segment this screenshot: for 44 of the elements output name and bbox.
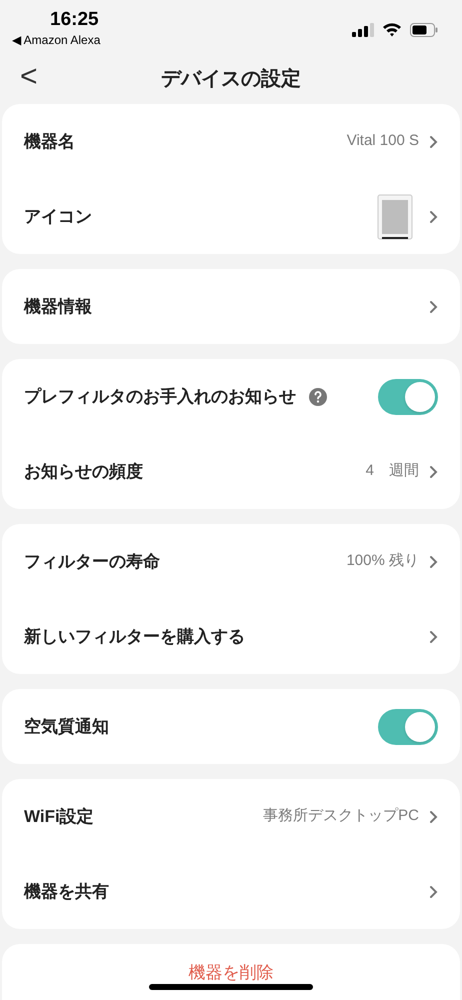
row-label: 空気質通知 [24, 716, 109, 738]
row-value: Vital 100 S [346, 131, 419, 152]
row-label: プレフィルタのお手入れのお知らせ [24, 386, 296, 408]
chevron-right-icon [429, 630, 438, 644]
settings-row[interactable]: 空気質通知 [24, 689, 438, 764]
page-title: デバイスの設定 [161, 66, 301, 92]
row-label: お知らせの頻度 [24, 460, 143, 483]
chevron-right-icon [429, 134, 438, 148]
chevron-right-icon [429, 300, 438, 314]
row-value: 事務所デスクトップPC [263, 806, 419, 826]
back-button[interactable]: < [20, 60, 38, 94]
chevron-right-icon [429, 210, 438, 224]
chevron-right-icon [429, 554, 438, 568]
row-label: 新しいフィルターを購入する [24, 626, 245, 648]
status-time: 16:25 [49, 8, 100, 32]
chevron-right-icon [429, 810, 438, 824]
toggle-switch[interactable] [378, 708, 438, 744]
signal-icon [352, 22, 374, 36]
settings-row[interactable]: 機器名 Vital 100 S [24, 104, 438, 179]
row-label: フィルターの寿命 [24, 550, 160, 573]
row-value: 100% 残り [346, 551, 419, 572]
row-value: 4 週間 [366, 461, 419, 482]
settings-row[interactable]: WiFi設定 事務所デスクトップPC [24, 779, 438, 854]
chevron-right-icon [429, 464, 438, 478]
settings-row[interactable]: 機器情報 [24, 269, 438, 344]
settings-row[interactable]: 新しいフィルターを購入する [24, 599, 438, 674]
wifi-icon [382, 22, 402, 37]
row-label: 機器情報 [24, 296, 92, 318]
delete-device-button[interactable]: 機器を削除 [188, 962, 274, 984]
row-label: WiFi設定 [24, 806, 94, 828]
toggle-switch[interactable] [378, 378, 438, 414]
air-purifier-icon [377, 194, 413, 240]
settings-row[interactable]: フィルターの寿命 100% 残り [24, 524, 438, 599]
back-to-app-link[interactable]: ◀ Amazon Alexa [12, 32, 100, 48]
row-label: 機器名 [24, 130, 75, 153]
row-label: アイコン [24, 206, 92, 228]
settings-row[interactable]: プレフィルタのお手入れのお知らせ [24, 359, 438, 434]
settings-row[interactable]: アイコン [24, 179, 438, 254]
chevron-right-icon [429, 884, 438, 898]
settings-row[interactable]: 機器を共有 [24, 854, 438, 929]
help-icon[interactable] [308, 386, 328, 406]
battery-icon [410, 22, 438, 36]
settings-row[interactable]: お知らせの頻度 4 週間 [24, 434, 438, 509]
row-label: 機器を共有 [24, 880, 109, 903]
